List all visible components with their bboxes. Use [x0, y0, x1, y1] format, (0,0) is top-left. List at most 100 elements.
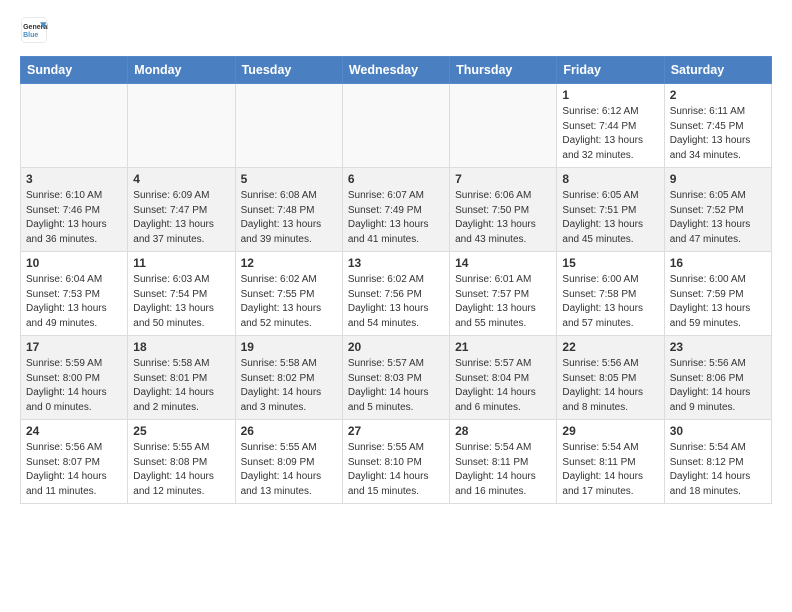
day-number: 21 [455, 340, 551, 354]
calendar-week-row: 10Sunrise: 6:04 AMSunset: 7:53 PMDayligh… [21, 252, 772, 336]
calendar-table: SundayMondayTuesdayWednesdayThursdayFrid… [20, 56, 772, 504]
calendar-cell: 17 Sunrise: 5:59 AMSunset: 8:00 PMDayligh… [21, 336, 128, 420]
day-info: Sunrise: 5:58 AMSunset: 8:02 PMDaylight:… [241, 357, 337, 415]
day-info: Sunrise: 6:11 AMSunset: 7:45 PMDaylight:… [670, 105, 766, 163]
day-info: Sunrise: 6:01 AMSunset: 7:57 PMDaylight:… [455, 273, 551, 331]
day-info: Sunrise: 6:07 AMSunset: 7:49 PMDaylight:… [348, 189, 444, 247]
calendar-cell: 5 Sunrise: 6:08 AMSunset: 7:48 PMDaylight… [235, 168, 342, 252]
day-info: Sunrise: 6:02 AMSunset: 7:56 PMDaylight:… [348, 273, 444, 331]
calendar-cell: 14 Sunrise: 6:01 AMSunset: 7:57 PMDayligh… [450, 252, 557, 336]
day-number: 18 [133, 340, 229, 354]
day-number: 26 [241, 424, 337, 438]
day-number: 16 [670, 256, 766, 270]
calendar-cell: 12 Sunrise: 6:02 AMSunset: 7:55 PMDayligh… [235, 252, 342, 336]
calendar-cell: 9 Sunrise: 6:05 AMSunset: 7:52 PMDaylight… [664, 168, 771, 252]
day-number: 12 [241, 256, 337, 270]
day-info: Sunrise: 6:00 AMSunset: 7:59 PMDaylight:… [670, 273, 766, 331]
day-info: Sunrise: 5:54 AMSunset: 8:11 PMDaylight:… [455, 441, 551, 499]
weekday-header: Monday [128, 57, 235, 84]
calendar-cell: 24 Sunrise: 5:56 AMSunset: 8:07 PMDayligh… [21, 420, 128, 504]
day-number: 28 [455, 424, 551, 438]
calendar-cell: 3 Sunrise: 6:10 AMSunset: 7:46 PMDaylight… [21, 168, 128, 252]
calendar-cell: 29 Sunrise: 5:54 AMSunset: 8:11 PMDayligh… [557, 420, 664, 504]
calendar-cell: 21 Sunrise: 5:57 AMSunset: 8:04 PMDayligh… [450, 336, 557, 420]
calendar-week-row: 3 Sunrise: 6:10 AMSunset: 7:46 PMDaylight… [21, 168, 772, 252]
calendar-cell: 8 Sunrise: 6:05 AMSunset: 7:51 PMDaylight… [557, 168, 664, 252]
calendar-cell [342, 84, 449, 168]
calendar-cell: 23Sunrise: 5:56 AMSunset: 8:06 PMDayligh… [664, 336, 771, 420]
calendar-week-row: 24 Sunrise: 5:56 AMSunset: 8:07 PMDayligh… [21, 420, 772, 504]
calendar-cell: 15 Sunrise: 6:00 AMSunset: 7:58 PMDayligh… [557, 252, 664, 336]
day-info: Sunrise: 6:06 AMSunset: 7:50 PMDaylight:… [455, 189, 551, 247]
weekday-header: Friday [557, 57, 664, 84]
day-info: Sunrise: 5:58 AMSunset: 8:01 PMDaylight:… [133, 357, 229, 415]
calendar-cell: 2Sunrise: 6:11 AMSunset: 7:45 PMDaylight… [664, 84, 771, 168]
day-number: 10 [26, 256, 122, 270]
day-info: Sunrise: 5:56 AMSunset: 8:06 PMDaylight:… [670, 357, 766, 415]
day-number: 11 [133, 256, 229, 270]
day-number: 7 [455, 172, 551, 186]
calendar-cell: 27 Sunrise: 5:55 AMSunset: 8:10 PMDayligh… [342, 420, 449, 504]
day-info: Sunrise: 5:55 AMSunset: 8:10 PMDaylight:… [348, 441, 444, 499]
day-info: Sunrise: 6:05 AMSunset: 7:52 PMDaylight:… [670, 189, 766, 247]
day-number: 3 [26, 172, 122, 186]
day-info: Sunrise: 5:57 AMSunset: 8:04 PMDaylight:… [455, 357, 551, 415]
calendar-header-row: SundayMondayTuesdayWednesdayThursdayFrid… [21, 57, 772, 84]
weekday-header: Tuesday [235, 57, 342, 84]
calendar-cell: 25 Sunrise: 5:55 AMSunset: 8:08 PMDayligh… [128, 420, 235, 504]
day-number: 4 [133, 172, 229, 186]
calendar-cell: 22 Sunrise: 5:56 AMSunset: 8:05 PMDayligh… [557, 336, 664, 420]
weekday-header: Sunday [21, 57, 128, 84]
logo: General Blue [20, 16, 48, 44]
day-info: Sunrise: 6:08 AMSunset: 7:48 PMDaylight:… [241, 189, 337, 247]
day-info: Sunrise: 6:10 AMSunset: 7:46 PMDaylight:… [26, 189, 122, 247]
day-number: 27 [348, 424, 444, 438]
day-number: 6 [348, 172, 444, 186]
day-number: 14 [455, 256, 551, 270]
calendar-cell: 1 Sunrise: 6:12 AMSunset: 7:44 PMDaylight… [557, 84, 664, 168]
day-number: 20 [348, 340, 444, 354]
calendar-cell [450, 84, 557, 168]
day-info: Sunrise: 6:00 AMSunset: 7:58 PMDaylight:… [562, 273, 658, 331]
calendar-cell: 13 Sunrise: 6:02 AMSunset: 7:56 PMDayligh… [342, 252, 449, 336]
calendar-cell: 6 Sunrise: 6:07 AMSunset: 7:49 PMDaylight… [342, 168, 449, 252]
calendar-cell: 11Sunrise: 6:03 AMSunset: 7:54 PMDayligh… [128, 252, 235, 336]
calendar-cell [235, 84, 342, 168]
svg-text:Blue: Blue [23, 32, 38, 39]
calendar-cell: 30Sunrise: 5:54 AMSunset: 8:12 PMDayligh… [664, 420, 771, 504]
calendar-cell: 7 Sunrise: 6:06 AMSunset: 7:50 PMDaylight… [450, 168, 557, 252]
day-number: 5 [241, 172, 337, 186]
day-number: 22 [562, 340, 658, 354]
header: General Blue [20, 16, 772, 44]
day-number: 9 [670, 172, 766, 186]
day-number: 17 [26, 340, 122, 354]
day-number: 13 [348, 256, 444, 270]
calendar-cell: 4 Sunrise: 6:09 AMSunset: 7:47 PMDaylight… [128, 168, 235, 252]
day-number: 29 [562, 424, 658, 438]
day-info: Sunrise: 5:59 AMSunset: 8:00 PMDaylight:… [26, 357, 122, 415]
day-number: 1 [562, 88, 658, 102]
day-info: Sunrise: 5:56 AMSunset: 8:05 PMDaylight:… [562, 357, 658, 415]
logo-icon: General Blue [20, 16, 48, 44]
day-info: Sunrise: 6:02 AMSunset: 7:55 PMDaylight:… [241, 273, 337, 331]
calendar-cell [128, 84, 235, 168]
weekday-header: Wednesday [342, 57, 449, 84]
page: General Blue SundayMondayTuesdayWednesda… [0, 0, 792, 524]
day-info: Sunrise: 5:55 AMSunset: 8:08 PMDaylight:… [133, 441, 229, 499]
day-number: 25 [133, 424, 229, 438]
calendar-week-row: 1 Sunrise: 6:12 AMSunset: 7:44 PMDaylight… [21, 84, 772, 168]
calendar-cell: 26 Sunrise: 5:55 AMSunset: 8:09 PMDayligh… [235, 420, 342, 504]
day-info: Sunrise: 5:55 AMSunset: 8:09 PMDaylight:… [241, 441, 337, 499]
calendar-cell: 19Sunrise: 5:58 AMSunset: 8:02 PMDayligh… [235, 336, 342, 420]
day-info: Sunrise: 6:12 AMSunset: 7:44 PMDaylight:… [562, 105, 658, 163]
day-info: Sunrise: 6:09 AMSunset: 7:47 PMDaylight:… [133, 189, 229, 247]
calendar-cell: 20Sunrise: 5:57 AMSunset: 8:03 PMDayligh… [342, 336, 449, 420]
day-info: Sunrise: 5:54 AMSunset: 8:11 PMDaylight:… [562, 441, 658, 499]
day-info: Sunrise: 6:05 AMSunset: 7:51 PMDaylight:… [562, 189, 658, 247]
day-number: 15 [562, 256, 658, 270]
day-number: 24 [26, 424, 122, 438]
day-info: Sunrise: 5:56 AMSunset: 8:07 PMDaylight:… [26, 441, 122, 499]
day-number: 8 [562, 172, 658, 186]
day-info: Sunrise: 5:54 AMSunset: 8:12 PMDaylight:… [670, 441, 766, 499]
calendar-cell: 18 Sunrise: 5:58 AMSunset: 8:01 PMDayligh… [128, 336, 235, 420]
